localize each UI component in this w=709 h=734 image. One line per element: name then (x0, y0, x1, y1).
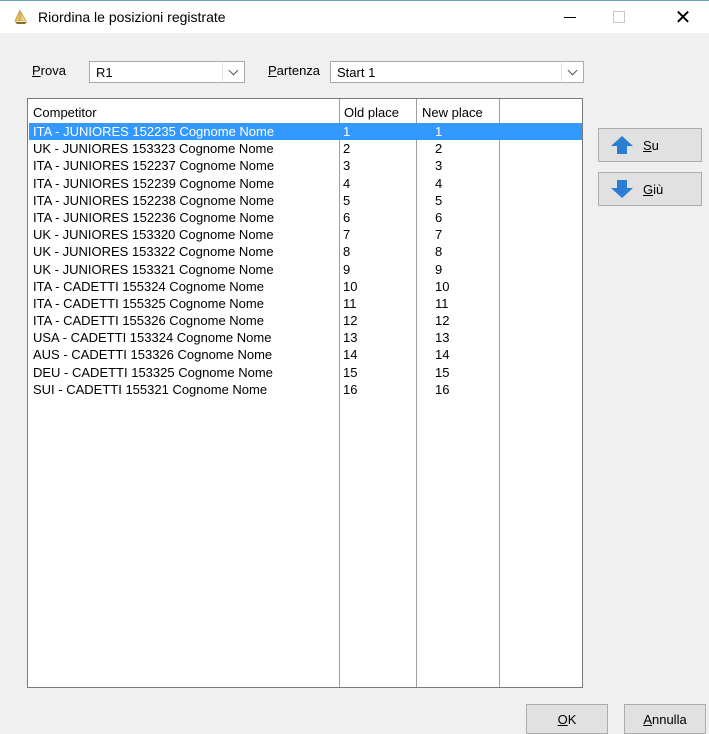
old-place-cell: 4 (343, 175, 351, 191)
prova-label: Prova (32, 63, 66, 78)
list-item[interactable]: ITA - JUNIORES 152236 Cognome Nome 6 6 (29, 209, 582, 226)
move-up-button[interactable]: Su (598, 128, 702, 162)
partenza-select[interactable]: Start 1 (330, 61, 584, 83)
arrow-up-icon (611, 136, 633, 154)
new-place-cell: 12 (435, 313, 450, 329)
competitor-cell: USA - CADETTI 153324 Cognome Nome (33, 330, 272, 346)
new-place-cell: 13 (435, 330, 450, 346)
sailboat-icon (14, 9, 27, 24)
column-header-old-place[interactable]: Old place (344, 105, 399, 120)
chevron-down-icon (228, 65, 238, 75)
competitor-cell: ITA - JUNIORES 152235 Cognome Nome (33, 124, 275, 139)
maximize-icon (613, 11, 625, 23)
minimize-button[interactable] (547, 1, 593, 33)
old-place-cell: 7 (343, 227, 351, 243)
competitor-cell: UK - JUNIORES 153322 Cognome Nome (33, 244, 274, 260)
list-item[interactable]: ITA - CADETTI 155324 Cognome Nome 10 10 (29, 278, 582, 295)
partenza-value: Start 1 (337, 65, 376, 80)
new-place-cell: 3 (435, 158, 443, 174)
new-place-cell: 5 (435, 192, 443, 208)
new-place-cell: 1 (435, 124, 443, 139)
ok-label: OK (557, 711, 577, 727)
prova-dropdown-button[interactable] (222, 63, 243, 81)
move-down-label: Giù (643, 181, 664, 197)
new-place-cell: 6 (435, 209, 443, 225)
list-item[interactable]: ITA - JUNIORES 152238 Cognome Nome 5 5 (29, 192, 582, 209)
close-button[interactable]: ✕ (660, 1, 706, 33)
old-place-cell: 5 (343, 192, 351, 208)
list-item[interactable]: UK - JUNIORES 153321 Cognome Nome 9 9 (29, 261, 582, 278)
competitor-cell: ITA - JUNIORES 152238 Cognome Nome (33, 192, 275, 208)
old-place-cell: 8 (343, 244, 351, 260)
old-place-cell: 16 (343, 381, 358, 397)
old-place-cell: 11 (343, 295, 357, 311)
close-icon: ✕ (674, 5, 692, 29)
competitor-cell: ITA - JUNIORES 152239 Cognome Nome (33, 175, 275, 191)
list-item[interactable]: SUI - CADETTI 155321 Cognome Nome 16 16 (29, 381, 582, 398)
partenza-dropdown-button[interactable] (561, 63, 582, 81)
old-place-cell: 14 (343, 347, 358, 363)
competitor-cell: ITA - CADETTI 155326 Cognome Nome (33, 313, 264, 329)
new-place-cell: 7 (435, 227, 443, 243)
new-place-cell: 2 (435, 141, 443, 157)
competitor-cell: AUS - CADETTI 153326 Cognome Nome (33, 347, 273, 363)
competitor-cell: UK - JUNIORES 153321 Cognome Nome (33, 261, 274, 277)
new-place-cell: 14 (435, 347, 450, 363)
prova-select[interactable]: R1 (89, 61, 245, 83)
old-place-cell: 3 (343, 158, 351, 174)
competitor-list[interactable]: Competitor Old place New place ITA - JUN… (27, 98, 583, 688)
competitor-cell: ITA - JUNIORES 152236 Cognome Nome (33, 209, 275, 225)
competitor-cell: UK - JUNIORES 153320 Cognome Nome (33, 227, 274, 243)
prova-value: R1 (96, 65, 113, 80)
list-item[interactable]: ITA - JUNIORES 152239 Cognome Nome 4 4 (29, 175, 582, 192)
cancel-button[interactable]: Annulla (624, 704, 706, 734)
list-item[interactable]: UK - JUNIORES 153323 Cognome Nome 2 2 (29, 140, 582, 157)
minimize-icon (564, 16, 576, 18)
new-place-cell: 11 (435, 295, 449, 311)
move-up-label: Su (643, 137, 659, 153)
old-place-cell: 15 (343, 364, 358, 380)
old-place-cell: 2 (343, 141, 351, 157)
list-item[interactable]: ITA - CADETTI 155326 Cognome Nome 12 12 (29, 312, 582, 329)
new-place-cell: 9 (435, 261, 443, 277)
ok-button[interactable]: OK (526, 704, 608, 734)
competitor-cell: ITA - CADETTI 155324 Cognome Nome (33, 278, 264, 294)
old-place-cell: 9 (343, 261, 351, 277)
competitor-cell: SUI - CADETTI 155321 Cognome Nome (33, 381, 268, 397)
old-place-cell: 13 (343, 330, 358, 346)
new-place-cell: 8 (435, 244, 443, 260)
competitor-cell: UK - JUNIORES 153323 Cognome Nome (33, 141, 274, 157)
old-place-cell: 12 (343, 313, 358, 329)
competitor-cell: DEU - CADETTI 153325 Cognome Nome (33, 364, 273, 380)
old-place-cell: 6 (343, 209, 351, 225)
new-place-cell: 15 (435, 364, 450, 380)
window-title: Riordina le posizioni registrate (38, 9, 226, 25)
chevron-down-icon (567, 65, 577, 75)
list-rows: ITA - JUNIORES 152235 Cognome Nome 1 1 UK -… (29, 123, 582, 398)
list-item[interactable]: ITA - JUNIORES 152237 Cognome Nome 3 3 (29, 157, 582, 174)
move-down-button[interactable]: Giù (598, 172, 702, 206)
list-item[interactable]: AUS - CADETTI 153326 Cognome Nome 14 14 (29, 346, 582, 363)
column-header-new-place[interactable]: New place (422, 105, 483, 120)
partenza-label: Partenza (268, 63, 321, 78)
list-item[interactable]: ITA - CADETTI 155325 Cognome Nome 11 11 (29, 295, 582, 312)
competitor-cell: ITA - JUNIORES 152237 Cognome Nome (33, 158, 275, 174)
old-place-cell: 10 (343, 278, 358, 294)
new-place-cell: 10 (435, 278, 450, 294)
new-place-cell: 4 (435, 175, 443, 191)
arrow-down-icon (611, 180, 633, 198)
new-place-cell: 16 (435, 381, 450, 397)
list-item[interactable]: DEU - CADETTI 153325 Cognome Nome 15 15 (29, 364, 582, 381)
cancel-label: Annulla (643, 711, 687, 727)
list-item[interactable]: UK - JUNIORES 153320 Cognome Nome 7 7 (29, 226, 582, 243)
old-place-cell: 1 (343, 124, 351, 139)
list-item[interactable]: USA - CADETTI 153324 Cognome Nome 13 13 (29, 329, 582, 346)
list-item[interactable]: UK - JUNIORES 153322 Cognome Nome 8 8 (29, 243, 582, 260)
maximize-button[interactable] (596, 1, 642, 33)
title-bar: Riordina le posizioni registrate ✕ (0, 0, 709, 33)
competitor-cell: ITA - CADETTI 155325 Cognome Nome (33, 295, 264, 311)
list-item[interactable]: ITA - JUNIORES 152235 Cognome Nome 1 1 (29, 123, 582, 141)
column-header-competitor[interactable]: Competitor (33, 105, 97, 120)
